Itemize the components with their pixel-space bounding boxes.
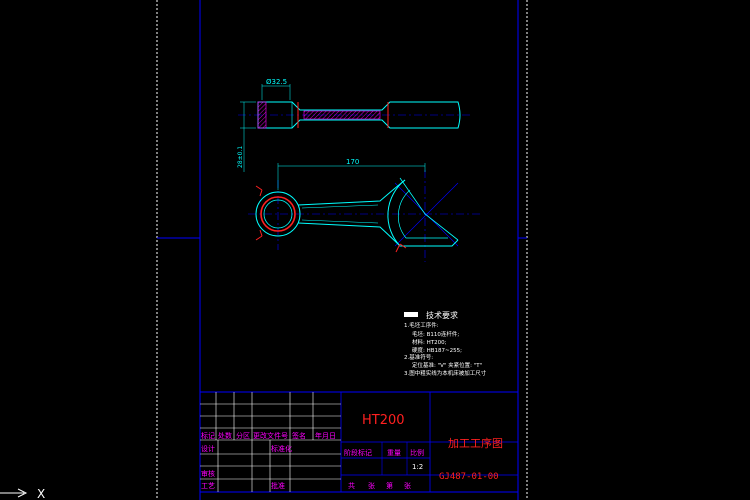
rev-header: 分区 [236,431,250,440]
dim-length: 170 [346,158,359,166]
sheet-label: 共 [348,481,355,490]
front-view: 170 [248,158,480,262]
tech-line: 3.图中粗实线为本机床被加工尺寸 [404,369,487,377]
ucs-x-label: X [37,487,45,500]
weight-label: 重量 [387,449,401,457]
material: HT200 [362,413,405,428]
drawing-number: GJ487-01-00 [439,472,499,482]
tech-line: 材料: HT200; [412,338,447,346]
role-label: 批准 [271,481,285,490]
rev-header: 更改文件号 [253,431,288,440]
tech-line: 2.基准符号: [404,353,433,361]
cad-canvas[interactable]: Ø32.5 28±0.1 170 技术要求 1.毛坯工序件: 毛坯: B110连… [0,0,750,500]
tech-line: 定位基准: "V" 夹紧位置: "T" [412,361,482,369]
tech-line: 硬度: HB187~255; [412,346,462,354]
dim-height: 28±0.1 [237,146,244,168]
role-label: 设计 [201,444,215,453]
drawing-name: 加工工序图 [448,436,503,450]
tech-title: 技术要求 [426,310,458,320]
rev-header: 年月日 [315,431,336,440]
stage-label: 阶段标记 [344,448,372,457]
scale-label: 比例 [410,448,424,457]
role-label: 审核 [201,469,215,478]
dim-width: Ø32.5 [266,78,287,86]
role-label: 工艺 [201,482,215,490]
technical-requirements: 技术要求 1.毛坯工序件: 毛坯: B110连杆件; 材料: HT200; 硬度… [404,310,487,377]
sheet-border [156,0,528,500]
role-label: 标准化 [271,444,292,453]
title-block: 标记 处数 分区 更改文件号 签名 年月日 设计 标准化 审核 工艺 批准 HT… [199,391,519,493]
rev-header: 处数 [218,431,232,440]
sheet-label: 张 [404,481,411,490]
tech-line: 毛坯: B110连杆件; [412,330,459,338]
rev-header: 签名 [292,431,306,440]
ucs-icon: X [0,487,45,500]
sheet-label: 第 [386,481,393,490]
scale-value: 1:2 [412,463,423,471]
sheet-label: 张 [368,481,375,490]
rev-header: 标记 [201,431,215,440]
tech-line: 1.毛坯工序件: [404,321,439,329]
